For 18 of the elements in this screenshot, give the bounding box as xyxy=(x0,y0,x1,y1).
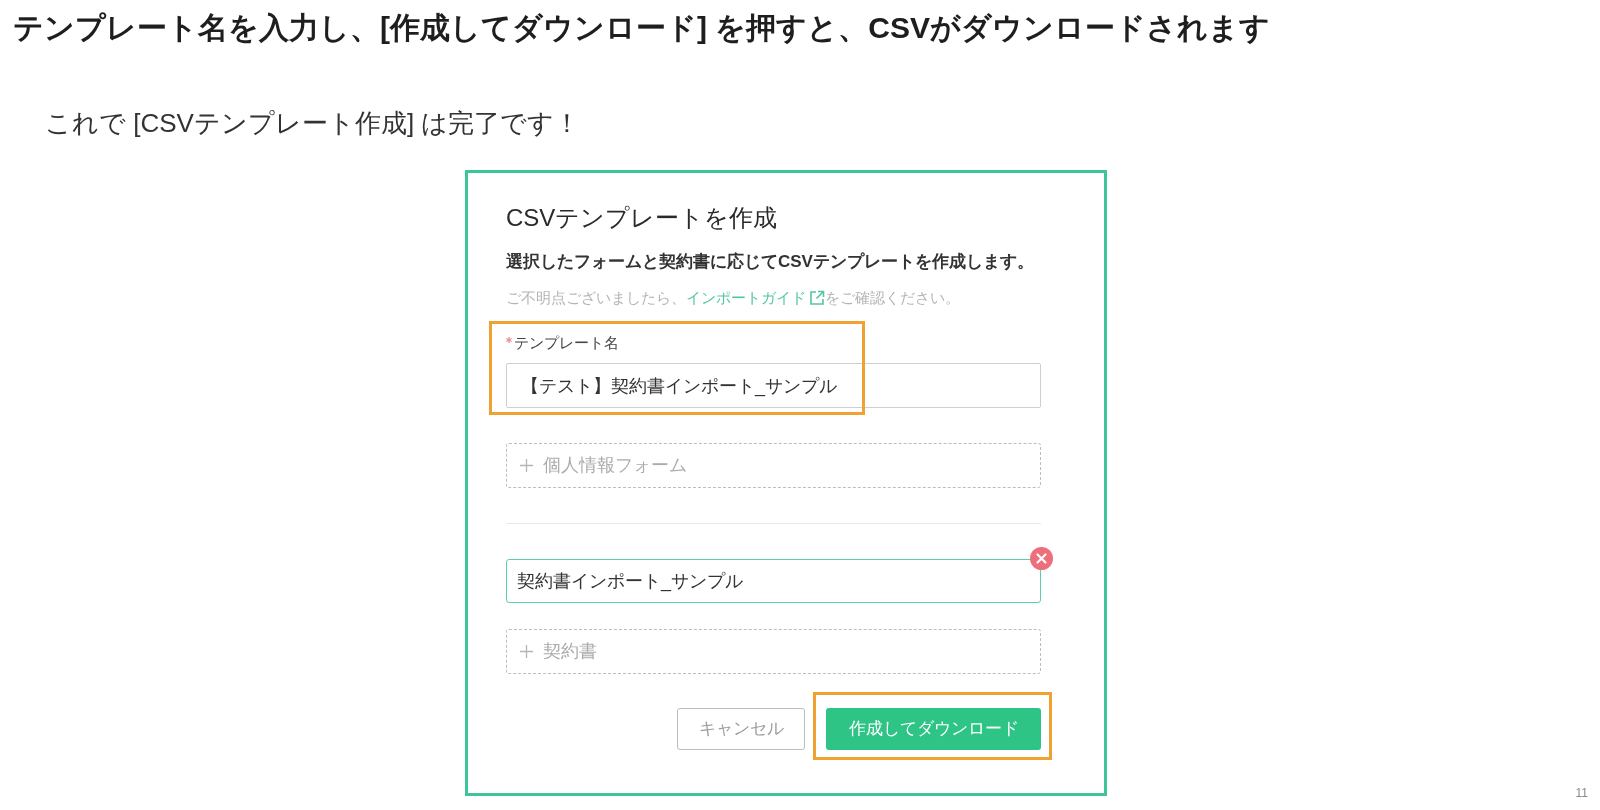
plus-icon xyxy=(520,645,533,658)
intro-text: これで [CSVテンプレート作成] は完了です！ xyxy=(45,107,581,140)
selected-contract-field[interactable]: 契約書インポート_サンプル xyxy=(506,559,1041,603)
field-label: テンプレート名 xyxy=(514,333,619,353)
dialog-description: 選択したフォームと契約書に応じてCSVテンプレートを作成します。 xyxy=(506,251,1034,273)
remove-icon[interactable] xyxy=(1030,547,1053,570)
help-text: ご不明点ございましたら、インポートガイド をご確認ください。 xyxy=(506,287,960,309)
import-guide-link[interactable]: インポートガイド xyxy=(686,287,825,309)
page-number: 11 xyxy=(1575,786,1588,800)
template-name-field[interactable]: 【テスト】契約書インポート_サンプル xyxy=(506,363,1041,408)
cancel-button[interactable]: キャンセル xyxy=(677,708,805,750)
external-link-icon xyxy=(809,290,825,306)
dialog-title: CSVテンプレートを作成 xyxy=(506,203,778,233)
download-button[interactable]: 作成してダウンロード xyxy=(826,708,1041,750)
plus-icon xyxy=(520,459,533,472)
add-slot-button[interactable]: 個人情報フォーム xyxy=(506,443,1041,488)
add-slot-button[interactable]: 契約書 xyxy=(506,629,1041,674)
slide-heading: テンプレート名を入力し、[作成してダウンロード] を押すと、CSVがダウンロードされます xyxy=(13,10,1270,46)
